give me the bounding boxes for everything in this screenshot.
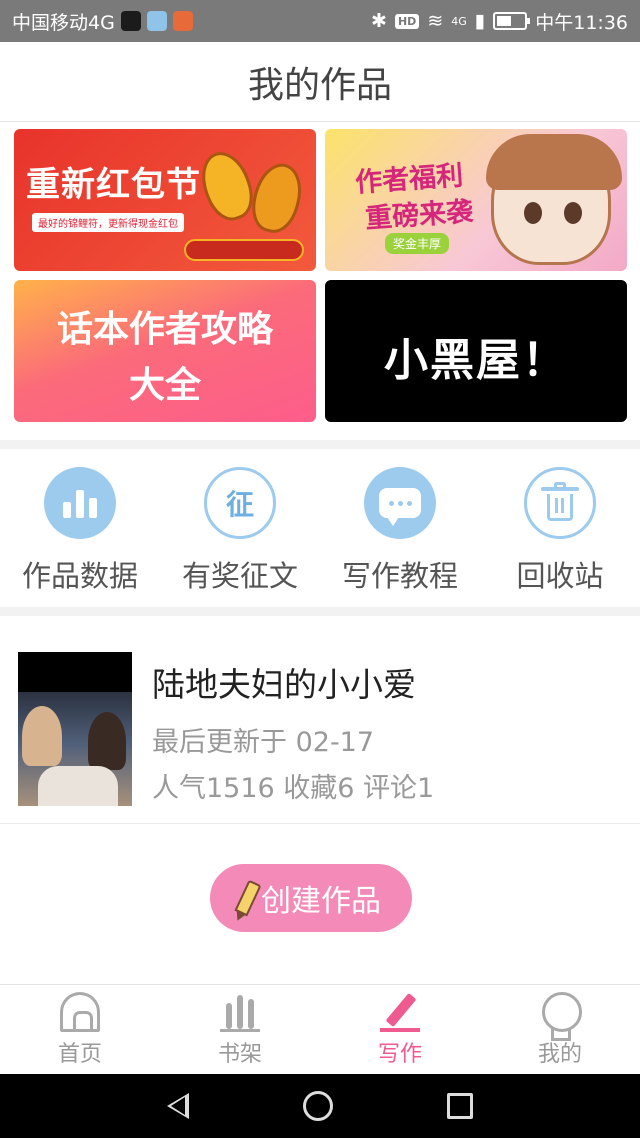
- banner-title: 小黑屋！: [384, 335, 568, 386]
- banner-author-welfare[interactable]: 作者福利 重磅来袭 奖金丰厚: [325, 129, 627, 271]
- trash-icon: [524, 467, 596, 539]
- quick-action-label: 作品数据: [21, 559, 138, 593]
- banner-black-room[interactable]: 小黑屋！: [325, 280, 627, 422]
- zheng-icon: 征: [204, 467, 276, 539]
- carrier-label: 中国移动4G: [12, 11, 115, 34]
- signal-icon: ▮: [474, 10, 486, 32]
- banner-subtitle: 重磅来袭: [364, 196, 475, 235]
- pencil-icon: [234, 879, 262, 917]
- banner-badge: 奖金丰厚: [385, 233, 450, 254]
- banner-subtitle: 大全: [128, 365, 201, 406]
- quick-action-label: 回收站: [516, 559, 604, 593]
- work-title: 陆地夫妇的小小爱: [152, 665, 416, 704]
- work-updated: 最后更新于 02-17: [152, 727, 375, 758]
- profile-icon: [542, 991, 582, 1041]
- pencil-icon: [380, 992, 420, 1032]
- create-work-label: 创建作品: [261, 884, 381, 919]
- tab-write[interactable]: 写作: [320, 985, 480, 1074]
- section-divider: [0, 440, 640, 449]
- telegram-notification-icon: [146, 11, 167, 31]
- wifi-icon: ≋: [427, 10, 444, 32]
- system-nav-bar: [0, 1074, 640, 1138]
- quick-action-tutorial[interactable]: 写作教程: [320, 449, 480, 607]
- bluetooth-icon: ✱: [371, 10, 387, 32]
- network-type: 4G: [451, 14, 467, 28]
- banner-subtitle: 最好的锦鲤符，更新得现金红包: [32, 213, 184, 232]
- bottom-tab-bar: 首页 书架 写作 我的: [0, 984, 640, 1074]
- video-notification-icon: [172, 11, 193, 31]
- banner-title: 重新红包节: [26, 165, 201, 205]
- recent-apps-icon[interactable]: [447, 1093, 473, 1119]
- banner-red-envelope[interactable]: 重新红包节 最好的锦鲤符，更新得现金红包: [14, 129, 316, 271]
- page-title: 我的作品: [247, 64, 392, 106]
- battery-icon: [493, 12, 531, 30]
- quick-action-label: 写作教程: [341, 559, 458, 593]
- quick-action-trash[interactable]: 回收站: [480, 449, 640, 607]
- tab-label: 写作: [377, 1041, 422, 1067]
- clock: 中午11:36: [535, 11, 628, 34]
- bar-chart-icon: [44, 467, 116, 539]
- tab-label: 书架: [217, 1041, 262, 1067]
- work-stats: 人气1516 收藏6 评论1: [152, 773, 435, 804]
- koi-fish-icon: [193, 145, 261, 227]
- banner-title: 话本作者攻略: [56, 309, 273, 350]
- tiktok-notification-icon: [120, 11, 141, 31]
- quick-actions: 作品数据 征 有奖征文 写作教程 回收站: [0, 449, 640, 607]
- quick-action-contest[interactable]: 征 有奖征文: [160, 449, 320, 607]
- bookshelf-icon: [220, 992, 260, 1032]
- anime-girl-illustration: [486, 134, 622, 265]
- quick-action-stats[interactable]: 作品数据: [0, 449, 160, 607]
- work-cover-image: [18, 652, 132, 806]
- banner-grid: 重新红包节 最好的锦鲤符，更新得现金红包 作者福利 重磅来袭 奖金丰厚 话本作者…: [14, 129, 628, 423]
- tab-bookshelf[interactable]: 书架: [160, 985, 320, 1074]
- tab-me[interactable]: 我的: [480, 985, 640, 1074]
- home-circle-icon[interactable]: [303, 1091, 333, 1121]
- page-header: 我的作品: [0, 42, 640, 122]
- hd-icon: HD: [394, 13, 420, 29]
- tab-label: 首页: [57, 1041, 102, 1067]
- koi-fish-icon: [245, 158, 309, 238]
- home-icon: [60, 991, 100, 1032]
- status-bar: 中国移动4G ✱ HD ≋ 4G ▮ 中午11:36: [0, 0, 640, 42]
- quick-action-label: 有奖征文: [181, 559, 298, 593]
- banner-author-guide[interactable]: 话本作者攻略 大全: [14, 280, 316, 422]
- tab-home[interactable]: 首页: [0, 985, 160, 1074]
- work-list-item[interactable]: 陆地夫妇的小小爱 最后更新于 02-17 人气1516 收藏6 评论1: [0, 616, 640, 824]
- section-divider: [0, 607, 640, 616]
- create-work-button[interactable]: 创建作品: [210, 864, 412, 932]
- chat-bubble-icon: [364, 467, 436, 539]
- back-icon[interactable]: [167, 1093, 189, 1119]
- wave-decoration: [184, 239, 304, 261]
